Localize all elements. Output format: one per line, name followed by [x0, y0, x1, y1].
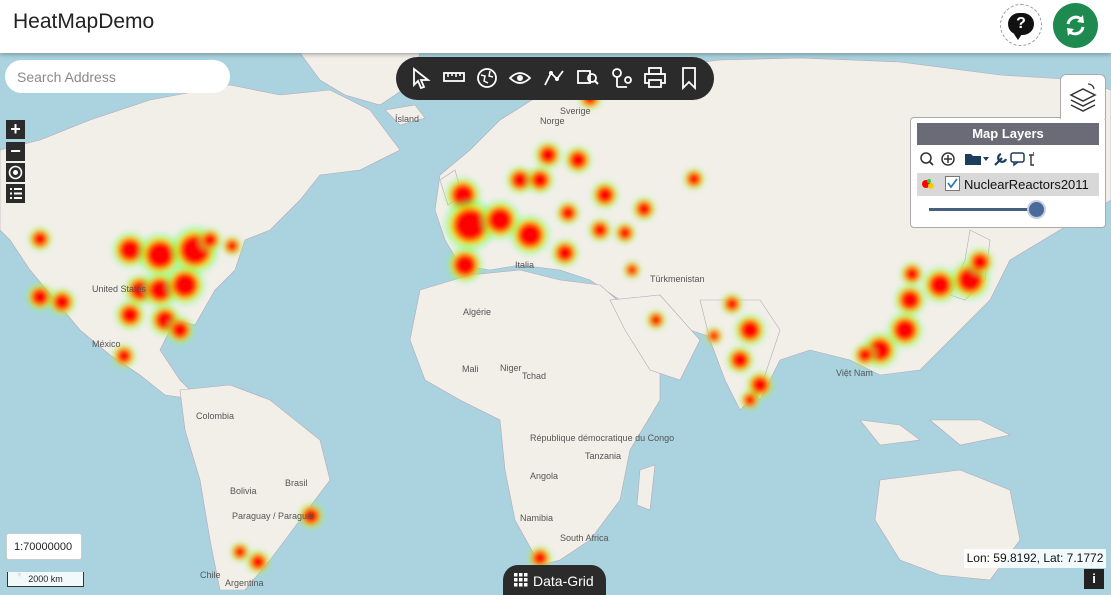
map-label-niger: Niger: [500, 363, 522, 373]
map-label-vietnam: Việt Nam: [836, 368, 873, 378]
wrench-icon[interactable]: [994, 152, 1008, 166]
select-icon[interactable]: [408, 65, 434, 91]
bookmark-icon[interactable]: [676, 65, 702, 91]
map-label-rdc: République démocratique du Congo: [530, 433, 675, 443]
map-label-norway: Norge: [540, 116, 565, 126]
help-icon: ?: [1008, 13, 1034, 40]
info-button[interactable]: i: [1084, 569, 1104, 589]
folder-icon[interactable]: [965, 154, 989, 165]
map-label-brasil: Brasil: [285, 478, 308, 488]
layer-item-nuclearreactors2011[interactable]: NuclearReactors2011: [917, 173, 1099, 196]
map-label-mali: Mali: [462, 364, 479, 374]
data-grid-label: Data-Grid: [533, 573, 594, 589]
layer-name: NuclearReactors2011: [964, 177, 1089, 192]
map-label-paraguay: Paraguay / Paraguái: [232, 511, 315, 521]
map-label-mexico: México: [92, 339, 121, 349]
map-label-italia: Italia: [515, 260, 535, 270]
map-label-turkmenistan: Türkmenistan: [650, 274, 705, 284]
cursor-coordinates: Lon: 59.8192, Lat: 7.1772: [964, 549, 1106, 568]
map-label-chile: Chile: [200, 570, 221, 580]
data-grid-button[interactable]: Data-Grid: [503, 565, 606, 595]
search-map-icon[interactable]: [575, 65, 601, 91]
app-header: HeatMapDemo ?: [0, 0, 1111, 53]
map-label-bolivia: Bolivia: [230, 486, 257, 496]
map-label-algerie: Algérie: [463, 307, 492, 317]
globe-icon[interactable]: [474, 65, 500, 91]
map-label-angola: Angola: [530, 471, 559, 481]
search-layer-icon[interactable]: [920, 152, 934, 166]
map-toolbar: [396, 57, 714, 100]
map-label-sweden: Sverige: [560, 106, 591, 116]
layer-opacity-slider-track[interactable]: [929, 208, 1037, 211]
layer-opacity-slider-handle[interactable]: [1027, 200, 1046, 219]
draw-icon[interactable]: [541, 65, 567, 91]
print-icon[interactable]: [642, 65, 668, 91]
layers-icon: [1069, 83, 1097, 112]
map-label-colombia: Colombia: [196, 411, 235, 421]
scale-dropdown[interactable]: 1:70000000 ▼: [6, 533, 82, 579]
scale-bar: 2000 km: [7, 572, 84, 587]
zoom-in-button[interactable]: +: [6, 120, 25, 139]
route-icon[interactable]: [609, 65, 635, 91]
layers-toggle-button[interactable]: [1060, 74, 1106, 119]
zoom-out-button[interactable]: −: [6, 142, 25, 161]
comment-icon[interactable]: [1010, 152, 1025, 167]
help-button[interactable]: ?: [1000, 4, 1042, 46]
scale-value: 1:70000000: [14, 541, 73, 553]
grid-icon: [514, 573, 528, 587]
map-label-namibia: Namibia: [520, 513, 554, 523]
map-label-island: Ísland: [395, 114, 420, 124]
list-icon: [10, 188, 22, 199]
checkmark-icon: [947, 178, 958, 189]
full-extent-button[interactable]: [6, 163, 25, 182]
eye-icon[interactable]: [507, 65, 533, 91]
layers-panel-title: Map Layers: [917, 123, 1099, 145]
refresh-icon: [1066, 15, 1085, 36]
globe-small-icon: [8, 165, 23, 180]
refresh-button[interactable]: [1053, 3, 1098, 48]
app-title: HeatMapDemo: [13, 10, 155, 33]
map-label-south-africa: South Africa: [560, 533, 609, 543]
layers-actions: [920, 152, 1034, 167]
layer-visibility-checkbox[interactable]: [945, 176, 960, 191]
map-label-tchad: Tchad: [522, 371, 547, 381]
map-label-us: United States: [92, 284, 147, 294]
heatmap-layer-icon: [922, 179, 934, 189]
add-layer-icon[interactable]: [941, 152, 955, 166]
map-label-argentina: Argentina: [225, 578, 264, 588]
legend-list-button[interactable]: [6, 184, 25, 203]
search-address-input[interactable]: [5, 60, 230, 93]
map-label-tanzania: Tanzania: [585, 451, 622, 461]
trash-icon[interactable]: [1029, 152, 1034, 166]
measure-icon[interactable]: [441, 65, 467, 91]
layers-panel: Map Layers NuclearReactors2011: [910, 117, 1106, 228]
